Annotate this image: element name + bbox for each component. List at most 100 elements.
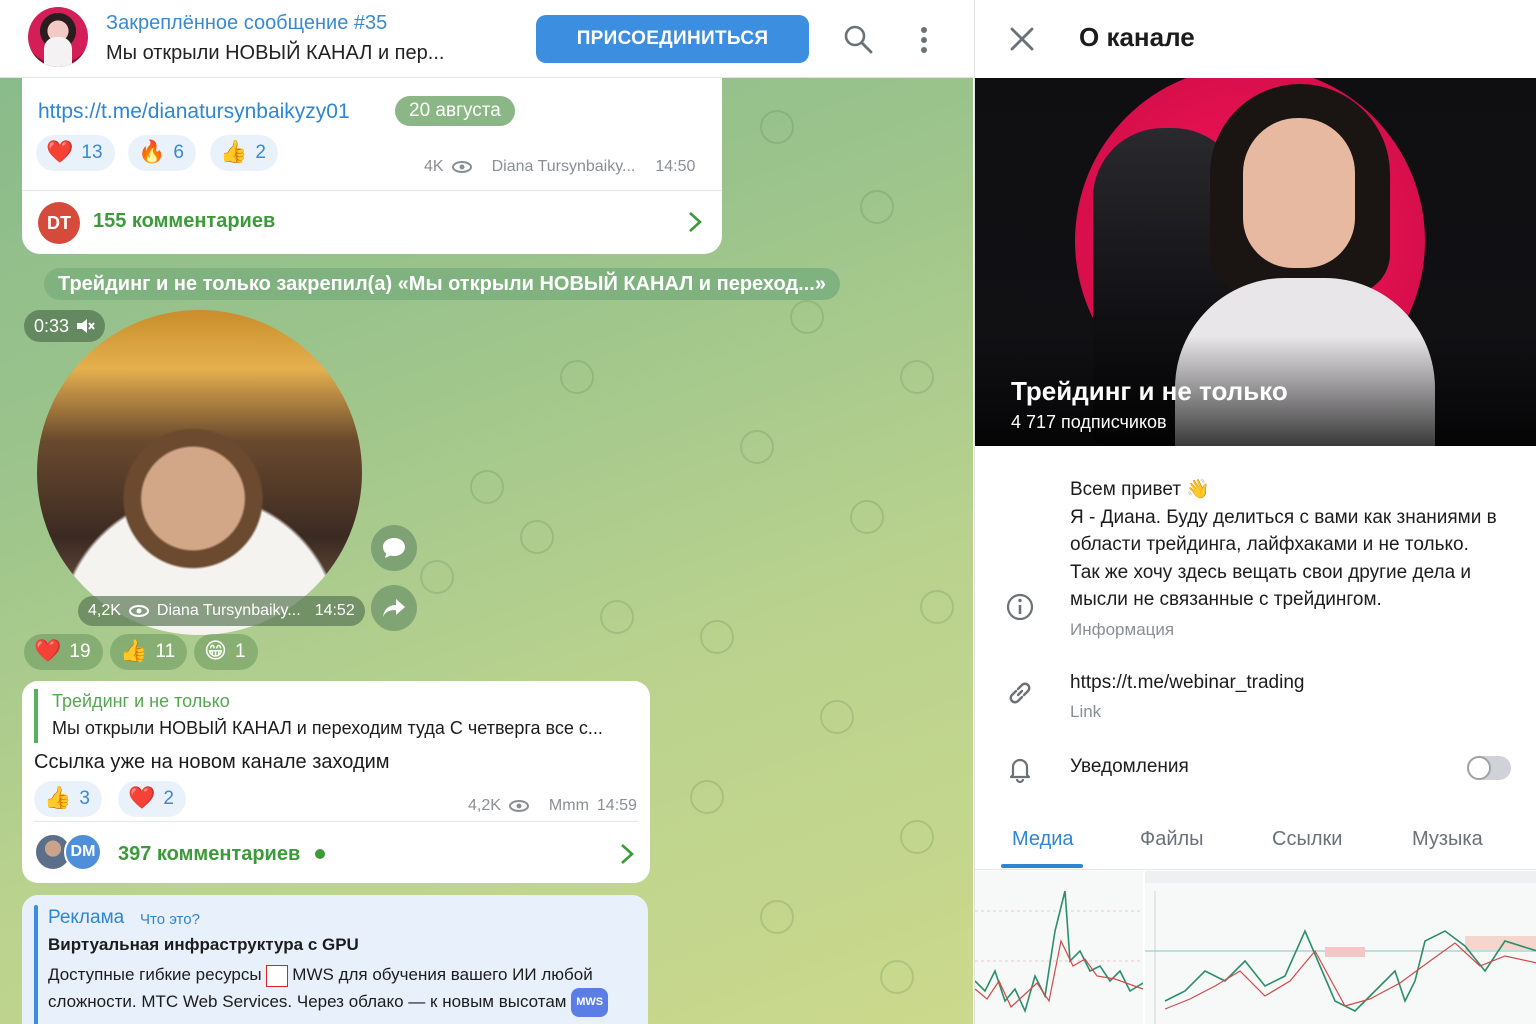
ad-what-is-this-link[interactable]: Что это? bbox=[140, 911, 200, 928]
video-message[interactable] bbox=[37, 310, 362, 635]
portrait-face bbox=[1243, 118, 1355, 268]
reply-author: Трейдинг и не только bbox=[52, 691, 230, 711]
ad-label: Реклама bbox=[48, 907, 125, 928]
join-button[interactable]: ПРИСОЕДИНИТЬСЯ bbox=[536, 15, 809, 63]
panel-title: О канале bbox=[1079, 22, 1195, 52]
message-author: Diana Tursynbaiky... bbox=[491, 158, 636, 175]
message-author: Mmm bbox=[548, 797, 589, 814]
ad-accent-bar bbox=[34, 905, 38, 1024]
reaction-count: 3 bbox=[79, 788, 90, 809]
subscriber-count: 4 717 подписчиков bbox=[1011, 412, 1167, 432]
media-thumbnail[interactable] bbox=[1145, 871, 1536, 1024]
ad-body: Доступные гибкие ресурсы MWS для обучени… bbox=[48, 961, 628, 1018]
media-grid bbox=[975, 871, 1536, 1024]
date-badge: 20 августа bbox=[395, 96, 515, 126]
message-text: Ссылка уже на новом канале заходим bbox=[34, 751, 390, 773]
reaction-count: 11 bbox=[155, 641, 176, 662]
chevron-right-icon[interactable] bbox=[688, 211, 702, 233]
reaction-count: 2 bbox=[163, 788, 174, 809]
view-count: 4,2K bbox=[88, 602, 121, 619]
reaction-count: 13 bbox=[81, 142, 103, 163]
view-count: 4,2K bbox=[468, 797, 501, 814]
reaction-count: 19 bbox=[69, 641, 91, 662]
video-meta: 4,2K Diana Tursynbaiky... 14:52 bbox=[78, 596, 365, 626]
duration-text: 0:33 bbox=[34, 315, 70, 336]
bell-icon bbox=[1009, 758, 1031, 784]
comments-link[interactable]: 155 комментариев bbox=[93, 210, 275, 233]
pinned-message-title[interactable]: Закреплённое сообщение #35 bbox=[106, 12, 387, 35]
mws-badge: MWS bbox=[571, 988, 609, 1018]
heart-emoji: ❤️ bbox=[128, 786, 156, 811]
tab-files[interactable]: Файлы bbox=[1140, 828, 1204, 851]
reply-text: Мы открыли НОВЫЙ КАНАЛ и переходим туда … bbox=[52, 718, 603, 738]
message-meta: 4,2K Mmm 14:59 bbox=[468, 797, 637, 815]
commenter-avatar: DT bbox=[38, 202, 80, 244]
link-caption: Link bbox=[1070, 702, 1102, 721]
panel-header: О канале bbox=[975, 0, 1536, 78]
pinned-message-preview[interactable]: Мы открыли НОВЫЙ КАНАЛ и пер... bbox=[106, 42, 444, 65]
notifications-label: Уведомления bbox=[1070, 756, 1189, 777]
thumbs-up-emoji: 👍 bbox=[220, 140, 248, 165]
search-icon[interactable] bbox=[843, 24, 873, 54]
close-icon[interactable] bbox=[1009, 26, 1035, 52]
sponsored-message[interactable]: Реклама Что это? Виртуальная инфраструкт… bbox=[22, 895, 648, 1024]
message-time: 14:59 bbox=[596, 797, 637, 814]
media-thumbnail[interactable] bbox=[975, 871, 1143, 1024]
reaction-count: 1 bbox=[234, 641, 246, 662]
chat-header: Закреплённое сообщение #35 Мы открыли НО… bbox=[0, 0, 973, 78]
divider bbox=[34, 821, 638, 822]
trading-chart-thumbnail bbox=[975, 890, 1143, 1014]
chevron-right-icon[interactable] bbox=[620, 843, 634, 865]
message-author: Diana Tursynbaiky... bbox=[156, 602, 301, 619]
channel-cover-image[interactable]: Трейдинг и не только 4 717 подписчиков bbox=[975, 78, 1536, 446]
tab-music[interactable]: Музыка bbox=[1412, 828, 1483, 851]
comment-icon bbox=[383, 538, 405, 558]
thumbs-up-emoji: 👍 bbox=[120, 639, 148, 664]
heart-emoji: ❤️ bbox=[34, 639, 62, 664]
message-link[interactable]: https://t.me/dianatursynbaikyzy01 bbox=[38, 100, 350, 124]
reaction-thumbs-up[interactable]: 👍 2 bbox=[210, 135, 278, 171]
reaction-grin[interactable]: 😁 1 bbox=[194, 634, 258, 670]
reaction-fire[interactable]: 🔥 6 bbox=[128, 135, 196, 171]
eye-icon bbox=[451, 161, 472, 173]
view-count: 4K bbox=[424, 158, 444, 175]
fire-emoji: 🔥 bbox=[138, 140, 166, 165]
trading-chart-thumbnail bbox=[1145, 871, 1536, 1024]
mts-logo-icon bbox=[266, 964, 289, 987]
tab-media[interactable]: Медиа bbox=[1012, 828, 1074, 851]
info-icon bbox=[1006, 593, 1034, 621]
comment-button[interactable] bbox=[371, 525, 417, 571]
divider bbox=[22, 190, 722, 191]
message-meta: 4K Diana Tursynbaiky... 14:50 bbox=[424, 158, 695, 176]
channel-description: Всем привет 👋 Я - Диана. Буду делиться с… bbox=[1070, 479, 1497, 610]
muted-speaker-icon bbox=[77, 319, 95, 333]
reaction-count: 2 bbox=[255, 142, 266, 163]
service-message[interactable]: Трейдинг и не только закрепил(а) «Мы отк… bbox=[44, 268, 840, 300]
reaction-thumbs-up[interactable]: 👍 3 bbox=[34, 781, 102, 817]
message-bubble: https://t.me/dianatursynbaikyzy01 20 авг… bbox=[22, 78, 722, 254]
reaction-count: 6 bbox=[173, 142, 184, 163]
media-tabs: Медиа Файлы Ссылки Музыка bbox=[975, 812, 1536, 870]
reply-preview[interactable]: Трейдинг и не только Мы открыли НОВЫЙ КА… bbox=[34, 689, 638, 743]
channel-link[interactable]: https://t.me/webinar_trading bbox=[1070, 672, 1304, 694]
reaction-heart[interactable]: ❤️ 13 bbox=[36, 135, 115, 171]
reaction-heart[interactable]: ❤️ 19 bbox=[24, 634, 103, 670]
reaction-heart[interactable]: ❤️ 2 bbox=[118, 781, 186, 817]
comments-link[interactable]: 397 комментариев bbox=[118, 843, 300, 866]
forward-icon bbox=[383, 599, 405, 617]
message-time: 14:50 bbox=[655, 158, 696, 175]
channel-name: Трейдинг и не только bbox=[1011, 376, 1288, 406]
forward-button[interactable] bbox=[371, 585, 417, 631]
reaction-thumbs-up[interactable]: 👍 11 bbox=[110, 634, 188, 670]
notifications-toggle[interactable] bbox=[1467, 756, 1511, 780]
more-vertical-icon[interactable] bbox=[912, 24, 936, 56]
tab-links[interactable]: Ссылки bbox=[1272, 828, 1342, 851]
thumbs-up-emoji: 👍 bbox=[44, 786, 72, 811]
video-duration[interactable]: 0:33 bbox=[24, 310, 106, 342]
description-caption: Информация bbox=[1070, 620, 1175, 639]
commenter-avatars: DM bbox=[34, 831, 106, 871]
channel-avatar[interactable] bbox=[28, 7, 88, 67]
eye-icon bbox=[128, 605, 149, 617]
ad-body-text: Доступные гибкие ресурсы bbox=[48, 965, 262, 984]
grin-emoji: 😁 bbox=[204, 639, 227, 664]
